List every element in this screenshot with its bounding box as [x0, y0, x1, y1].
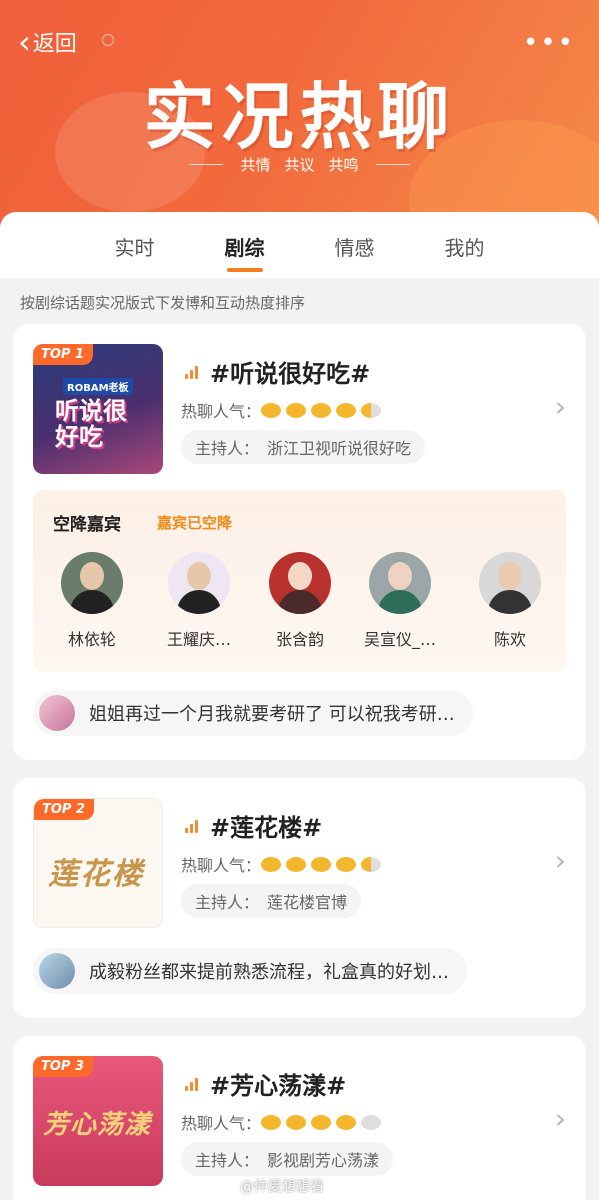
avatar: [479, 552, 541, 614]
back-label: 返回: [32, 32, 77, 57]
tab-drama-variety[interactable]: 剧综: [190, 212, 300, 278]
cover-title: 莲花楼: [48, 857, 144, 892]
guest-item[interactable]: 张含韵: [255, 552, 345, 650]
guest-item[interactable]: 陈欢: [465, 552, 555, 650]
topic-title[interactable]: #芳心荡漾#: [185, 1066, 346, 1101]
heat-label: 热聊人气：: [181, 1114, 262, 1133]
host-name: 浙江卫视听说很好吃: [267, 439, 412, 458]
topic-name: #莲花楼#: [210, 814, 323, 842]
sort-description: 按剧综话题实况版式下发博和互动热度排序: [20, 294, 306, 312]
guest-name: 王耀庆…: [166, 630, 231, 649]
comment-text: 成毅粉丝都来提前熟悉流程，礼盒真的好划…: [89, 962, 449, 983]
guest-item[interactable]: 林依轮: [47, 552, 137, 650]
hot-bars-icon: [185, 819, 200, 833]
topic-title[interactable]: #听说很好吃#: [185, 354, 370, 389]
chat-bubble-icon: [286, 1114, 307, 1130]
host-label: 主持人：: [195, 439, 260, 458]
circle-icon: [102, 34, 114, 46]
topic-card[interactable]: TOP 2 莲花楼 #莲花楼# 热聊人气： 主持人： 莲花楼官博 › 成毅粉丝都…: [13, 778, 586, 1018]
host-label: 主持人：: [195, 893, 260, 912]
chat-bubble-icon: [311, 402, 332, 418]
hot-bars-icon: [185, 365, 200, 379]
topic-title[interactable]: #莲花楼#: [185, 808, 322, 843]
chat-bubble-icon: [286, 402, 307, 418]
chat-bubble-icon: [361, 402, 382, 418]
tab-mine[interactable]: 我的: [410, 212, 520, 278]
cover-brand: ROBAM老板: [63, 378, 133, 395]
subtitle-word: 共情: [240, 156, 271, 174]
chevron-right-icon[interactable]: ›: [555, 390, 566, 423]
guest-name: 张含韵: [275, 630, 324, 649]
host-tag[interactable]: 主持人： 莲花楼官博: [181, 884, 362, 918]
heat-label: 热聊人气：: [181, 402, 262, 421]
back-button[interactable]: ‹ 返回: [18, 26, 77, 58]
chat-bubble-icon: [261, 856, 282, 872]
divider: [189, 164, 224, 165]
avatar: [369, 552, 431, 614]
header-subtitle: 共情 共议 共鸣: [0, 154, 599, 175]
topic-cover: TOP 2 莲花楼: [33, 798, 163, 928]
guest-name: 吴宣仪_…: [363, 630, 436, 649]
hot-bars-icon: [185, 1077, 200, 1091]
chat-bubble-icon: [361, 1114, 382, 1130]
heat-rating: 热聊人气：: [181, 1110, 386, 1134]
host-name: 影视剧芳心荡漾: [267, 1151, 380, 1170]
divider: [375, 164, 410, 165]
rank-badge: TOP 3: [33, 1056, 94, 1077]
chat-bubble-icon: [261, 1114, 282, 1130]
avatar: [61, 552, 123, 614]
comment-bar[interactable]: 成毅粉丝都来提前熟悉流程，礼盒真的好划…: [33, 948, 467, 994]
topic-cover: TOP 3 芳心荡漾: [33, 1056, 163, 1186]
chat-bubble-icon: [336, 1114, 357, 1130]
comment-bar[interactable]: 姐姐再过一个月我就要考研了 可以祝我考研…: [33, 690, 473, 736]
chat-bubble-icon: [336, 856, 357, 872]
host-name: 莲花楼官博: [267, 893, 348, 912]
comment-text: 姐姐再过一个月我就要考研了 可以祝我考研…: [89, 704, 455, 725]
cover-title: 芳心荡漾: [43, 1110, 152, 1140]
cover-title: 听说很好吃: [55, 397, 127, 451]
host-label: 主持人：: [195, 1151, 260, 1170]
chat-bubble-icon: [286, 856, 307, 872]
rank-badge: TOP 1: [33, 344, 94, 365]
chat-bubble-icon: [361, 856, 382, 872]
avatar: [168, 552, 230, 614]
tab-realtime[interactable]: 实时: [80, 212, 190, 278]
chat-bubble-icon: [311, 1114, 332, 1130]
rank-badge: TOP 2: [34, 799, 95, 820]
guest-name: 林依轮: [67, 630, 116, 649]
chat-bubble-icon: [261, 402, 282, 418]
topic-cover: TOP 1 ROBAM老板 听说很好吃: [33, 344, 163, 474]
avatar: [269, 552, 331, 614]
guest-section: 空降嘉宾 嘉宾已空降 林依轮 王耀庆… 张含韵 吴宣仪_… 陈欢: [33, 490, 566, 672]
guest-name: 陈欢: [493, 630, 526, 649]
chat-bubble-icon: [311, 856, 332, 872]
topic-card[interactable]: TOP 1 ROBAM老板 听说很好吃 #听说很好吃# 热聊人气： 主持人： 浙…: [13, 324, 586, 760]
guest-item[interactable]: 王耀庆…: [154, 552, 244, 650]
heat-label: 热聊人气：: [181, 856, 262, 875]
host-tag[interactable]: 主持人： 浙江卫视听说很好吃: [181, 430, 426, 464]
subtitle-word: 共议: [284, 156, 315, 174]
chevron-right-icon[interactable]: ›: [555, 1102, 566, 1135]
host-tag[interactable]: 主持人： 影视剧芳心荡漾: [181, 1142, 394, 1176]
subtitle-word: 共鸣: [328, 156, 359, 174]
guest-section-title: 空降嘉宾: [53, 515, 121, 535]
header-banner: ‹ 返回 ••• 实况热聊 共情 共议 共鸣: [0, 0, 599, 240]
avatar: [39, 695, 75, 731]
chat-bubble-icon: [336, 402, 357, 418]
tab-bar: 实时 剧综 情感 我的: [0, 212, 599, 278]
more-button[interactable]: •••: [523, 28, 575, 58]
topic-name: #芳心荡漾#: [210, 1072, 347, 1100]
heat-rating: 热聊人气：: [181, 398, 386, 422]
chevron-right-icon[interactable]: ›: [555, 844, 566, 877]
guest-item[interactable]: 吴宣仪_…: [355, 552, 445, 650]
tab-emotion[interactable]: 情感: [300, 212, 410, 278]
avatar: [39, 953, 75, 989]
guest-status: 嘉宾已空降: [157, 514, 233, 532]
chevron-left-icon: ‹: [18, 23, 31, 61]
page-title: 实况热聊: [143, 75, 456, 159]
topic-name: #听说很好吃#: [210, 360, 371, 388]
heat-rating: 热聊人气：: [181, 852, 386, 876]
watermark: @仲夏想想看: [240, 1179, 324, 1195]
